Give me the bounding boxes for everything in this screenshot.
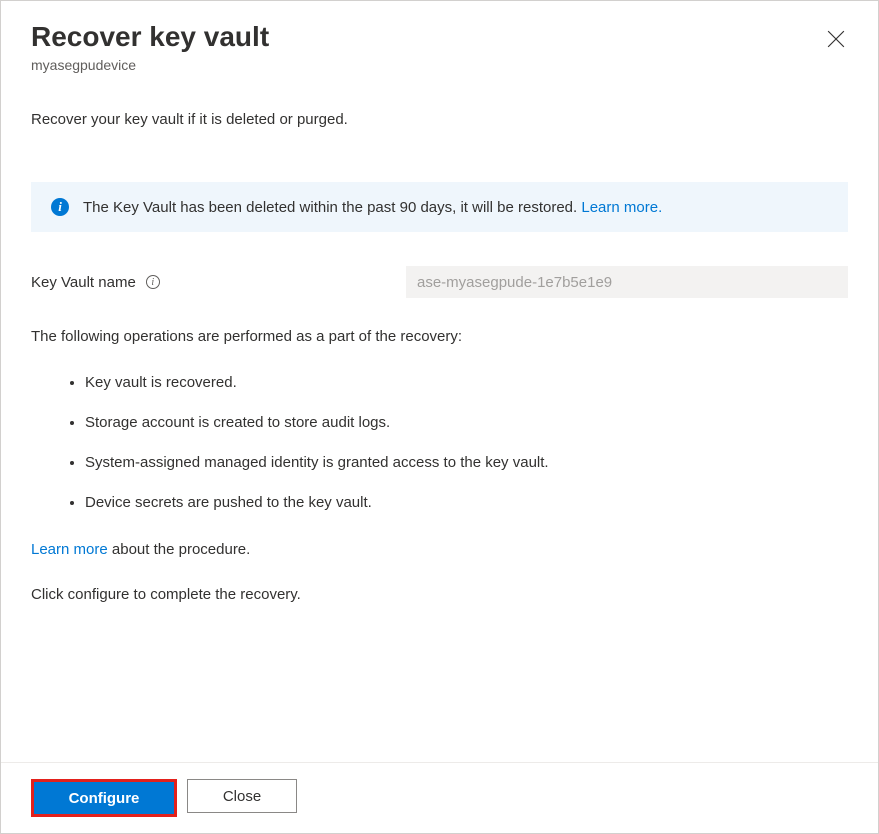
operations-list: Key vault is recovered. Storage account … bbox=[31, 363, 848, 523]
learn-more-suffix: about the procedure. bbox=[108, 541, 251, 558]
description-text: Recover your key vault if it is deleted … bbox=[31, 111, 848, 128]
panel-title: Recover key vault bbox=[31, 19, 848, 55]
learn-more-link[interactable]: Learn more bbox=[31, 541, 108, 558]
hint-icon[interactable]: i bbox=[146, 275, 160, 289]
info-icon: i bbox=[51, 198, 69, 216]
info-message: The Key Vault has been deleted within th… bbox=[83, 199, 581, 216]
closing-text: Click configure to complete the recovery… bbox=[31, 586, 848, 603]
field-label-text: Key Vault name bbox=[31, 274, 136, 291]
key-vault-name-input[interactable] bbox=[406, 266, 848, 298]
panel-body: Recover your key vault if it is deleted … bbox=[1, 81, 878, 762]
close-icon-button[interactable] bbox=[822, 25, 850, 53]
info-text: The Key Vault has been deleted within th… bbox=[83, 199, 662, 216]
operations-intro: The following operations are performed a… bbox=[31, 328, 848, 345]
info-bar: i The Key Vault has been deleted within … bbox=[31, 182, 848, 232]
configure-button[interactable]: Configure bbox=[31, 779, 177, 817]
panel-footer: Configure Close bbox=[1, 762, 878, 833]
close-button[interactable]: Close bbox=[187, 779, 297, 813]
panel-subtitle: myasegpudevice bbox=[31, 57, 848, 73]
close-icon bbox=[827, 30, 845, 48]
list-item: Storage account is created to store audi… bbox=[85, 403, 848, 443]
list-item: System-assigned managed identity is gran… bbox=[85, 443, 848, 483]
key-vault-name-label: Key Vault name i bbox=[31, 274, 406, 291]
list-item: Key vault is recovered. bbox=[85, 363, 848, 403]
list-item: Device secrets are pushed to the key vau… bbox=[85, 483, 848, 523]
key-vault-name-row: Key Vault name i bbox=[31, 266, 848, 298]
recover-key-vault-panel: Recover key vault myasegpudevice Recover… bbox=[0, 0, 879, 834]
panel-header: Recover key vault myasegpudevice bbox=[1, 1, 878, 81]
info-learn-more-link[interactable]: Learn more. bbox=[581, 199, 662, 216]
learn-more-line: Learn more about the procedure. bbox=[31, 541, 848, 558]
